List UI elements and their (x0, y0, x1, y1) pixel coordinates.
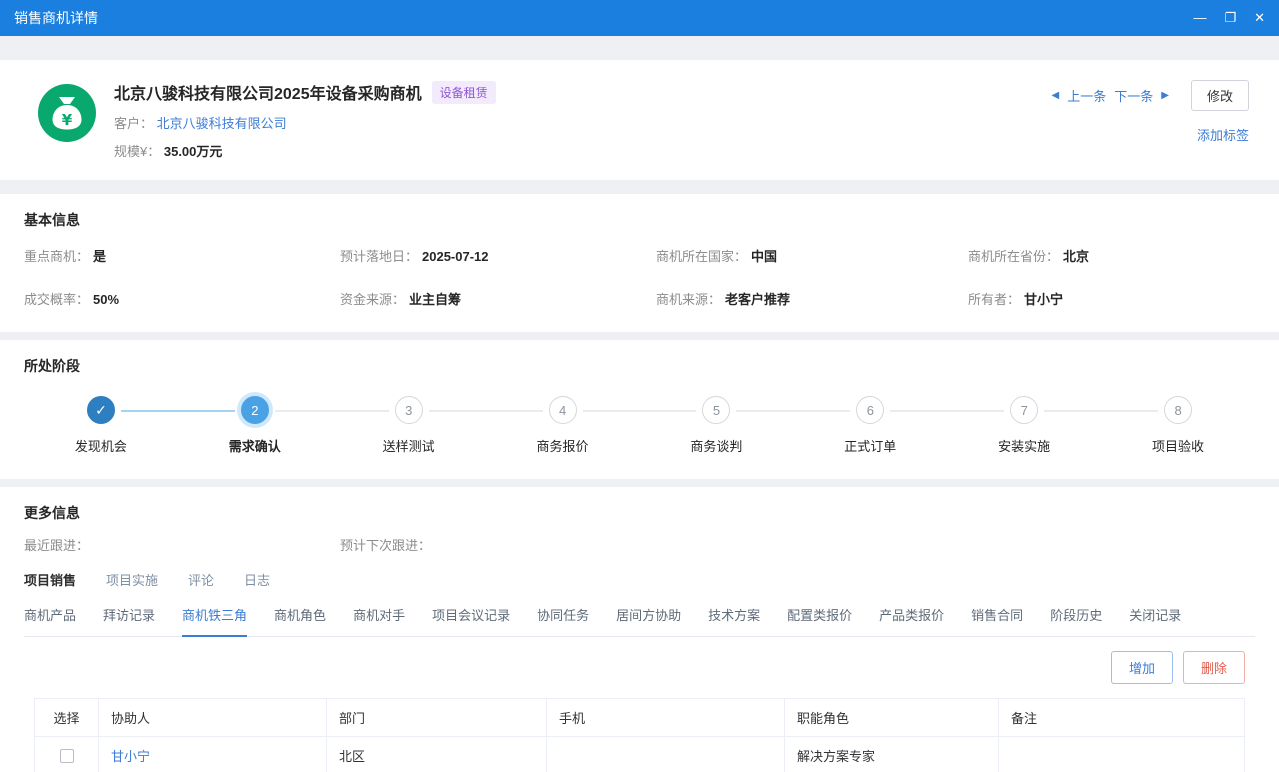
step-4-quotation[interactable]: 4 商务报价 (486, 396, 640, 455)
step-circle[interactable]: 8 (1164, 396, 1192, 424)
subtab-iron-triangle[interactable]: 商机铁三角 (182, 605, 247, 637)
step-5-negotiation[interactable]: 5 商务谈判 (640, 396, 794, 455)
step-7-installation[interactable]: 7 安装实施 (947, 396, 1101, 455)
table-row: 甘小宁 北区 解决方案专家 (35, 737, 1245, 772)
header-assistant: 协助人 (99, 699, 327, 737)
delete-button[interactable]: 删除 (1183, 651, 1245, 684)
subtab-stage-history[interactable]: 阶段历史 (1050, 605, 1102, 636)
subtab-intermediary-assist[interactable]: 居间方协助 (616, 605, 681, 636)
sub-tabs: 商机产品 拜访记录 商机铁三角 商机角色 商机对手 项目会议记录 协同任务 居间… (24, 605, 1255, 637)
step-3-sample-test[interactable]: 3 送样测试 (332, 396, 486, 455)
field-owner: 所有者：甘小宁 (968, 289, 1255, 308)
add-tag-link[interactable]: 添加标签 (1197, 125, 1249, 144)
next-record-link[interactable]: 下一条 (1114, 86, 1153, 105)
step-circle[interactable]: 7 (1010, 396, 1038, 424)
field-opportunity-source: 商机来源：老客户推荐 (656, 289, 968, 308)
tab-project-implementation[interactable]: 项目实施 (106, 570, 158, 591)
customer-link[interactable]: 北京八骏科技有限公司 (157, 116, 287, 131)
iron-triangle-table: 选择 协助人 部门 手机 职能角色 备注 甘小宁 北区 解决方案专家 (34, 698, 1245, 772)
customer-row: 客户： 北京八骏科技有限公司 (114, 113, 496, 132)
step-circle[interactable]: 2 (241, 396, 269, 424)
step-1-discover[interactable]: ✓ 发现机会 (24, 396, 178, 455)
prev-record-link[interactable]: 上一条 (1067, 86, 1106, 105)
scale-value: 35.00万元 (164, 144, 223, 159)
stage-title: 所处阶段 (24, 356, 1255, 376)
cell-phone (547, 737, 785, 772)
table-actions: 增加 删除 (24, 651, 1245, 684)
field-win-probability: 成交概率：50% (24, 289, 340, 308)
tab-logs[interactable]: 日志 (244, 570, 270, 591)
next-follow-label: 预计下次跟进： (340, 538, 431, 553)
svg-text:¥: ¥ (62, 111, 73, 129)
tab-project-sales[interactable]: 项目销售 (24, 570, 76, 591)
step-circle[interactable]: 4 (549, 396, 577, 424)
iron-triangle-table-wrap: 选择 协助人 部门 手机 职能角色 备注 甘小宁 北区 解决方案专家 (34, 698, 1245, 772)
next-arrow-icon[interactable]: ▶ (1161, 90, 1169, 101)
step-circle[interactable]: 6 (856, 396, 884, 424)
subtab-sales-contracts[interactable]: 销售合同 (971, 605, 1023, 636)
basic-info-card: 基本信息 重点商机：是 预计落地日：2025-07-12 商机所在国家：中国 商… (0, 194, 1279, 332)
subtab-technical-plan[interactable]: 技术方案 (708, 605, 760, 636)
step-2-confirm-demand[interactable]: 2 需求确认 (178, 396, 332, 455)
subtab-collab-tasks[interactable]: 协同任务 (537, 605, 589, 636)
follow-up-row: 最近跟进： 预计下次跟进： (24, 535, 1255, 554)
prev-arrow-icon[interactable]: ◀ (1052, 90, 1060, 101)
stage-stepper: ✓ 发现机会 2 需求确认 3 送样测试 4 商务报价 5 商务谈判 6 正式订… (24, 396, 1255, 455)
opportunity-tag-badge: 设备租赁 (432, 81, 496, 104)
main-tabs: 项目销售 项目实施 评论 日志 (24, 570, 1255, 591)
subtab-config-quotes[interactable]: 配置类报价 (787, 605, 852, 636)
window-titlebar: 销售商机详情 — ❐ ✕ (0, 0, 1279, 36)
subtab-visit-records[interactable]: 拜访记录 (103, 605, 155, 636)
close-icon[interactable]: ✕ (1254, 0, 1265, 36)
row-checkbox[interactable] (60, 749, 74, 763)
scale-row: 规模¥： 35.00万元 (114, 141, 496, 160)
subtab-competitors[interactable]: 商机对手 (353, 605, 405, 636)
opportunity-title: 北京八骏科技有限公司2025年设备采购商机 (114, 80, 422, 104)
header-select: 选择 (35, 699, 99, 737)
more-info-title: 更多信息 (24, 503, 1255, 523)
opportunity-header-card: ¥ 北京八骏科技有限公司2025年设备采购商机 设备租赁 客户： 北京八骏科技有… (0, 60, 1279, 180)
more-info-card: 更多信息 最近跟进： 预计下次跟进： 项目销售 项目实施 评论 日志 商机产品 … (0, 487, 1279, 772)
table-header-row: 选择 协助人 部门 手机 职能角色 备注 (35, 699, 1245, 737)
field-funding-source: 资金来源：业主自筹 (340, 289, 656, 308)
step-circle[interactable]: 3 (395, 396, 423, 424)
step-8-acceptance[interactable]: 8 项目验收 (1101, 396, 1255, 455)
basic-info-title: 基本信息 (24, 210, 1255, 230)
field-country: 商机所在国家：中国 (656, 246, 968, 265)
subtab-opportunity-roles[interactable]: 商机角色 (274, 605, 326, 636)
subtab-opportunity-products[interactable]: 商机产品 (24, 605, 76, 636)
money-bag-icon: ¥ (38, 84, 96, 142)
scale-label: 规模¥： (114, 144, 160, 159)
window-title: 销售商机详情 (14, 8, 98, 28)
maximize-icon[interactable]: ❐ (1224, 0, 1236, 36)
step-check-icon[interactable]: ✓ (87, 396, 115, 424)
header-department: 部门 (327, 699, 547, 737)
cell-role: 解决方案专家 (785, 737, 999, 772)
field-expected-date: 预计落地日：2025-07-12 (340, 246, 656, 265)
subtab-close-records[interactable]: 关闭记录 (1129, 605, 1181, 636)
basic-info-grid: 重点商机：是 预计落地日：2025-07-12 商机所在国家：中国 商机所在省份… (24, 246, 1255, 308)
header-phone: 手机 (547, 699, 785, 737)
cell-note (999, 737, 1245, 772)
cell-department: 北区 (327, 737, 547, 772)
step-6-formal-order[interactable]: 6 正式订单 (793, 396, 947, 455)
header-note: 备注 (999, 699, 1245, 737)
recent-follow-label: 最近跟进： (24, 538, 89, 553)
field-province: 商机所在省份：北京 (968, 246, 1255, 265)
field-key-opportunity: 重点商机：是 (24, 246, 340, 265)
minimize-icon[interactable]: — (1193, 0, 1206, 36)
stage-card: 所处阶段 ✓ 发现机会 2 需求确认 3 送样测试 4 商务报价 5 商务谈判 … (0, 340, 1279, 479)
assistant-link[interactable]: 甘小宁 (111, 749, 150, 764)
subtab-meeting-records[interactable]: 项目会议记录 (432, 605, 510, 636)
subtab-product-quotes[interactable]: 产品类报价 (879, 605, 944, 636)
step-circle[interactable]: 5 (702, 396, 730, 424)
customer-label: 客户： (114, 116, 153, 131)
header-role: 职能角色 (785, 699, 999, 737)
add-button[interactable]: 增加 (1111, 651, 1173, 684)
tab-comments[interactable]: 评论 (188, 570, 214, 591)
edit-button[interactable]: 修改 (1191, 80, 1249, 111)
